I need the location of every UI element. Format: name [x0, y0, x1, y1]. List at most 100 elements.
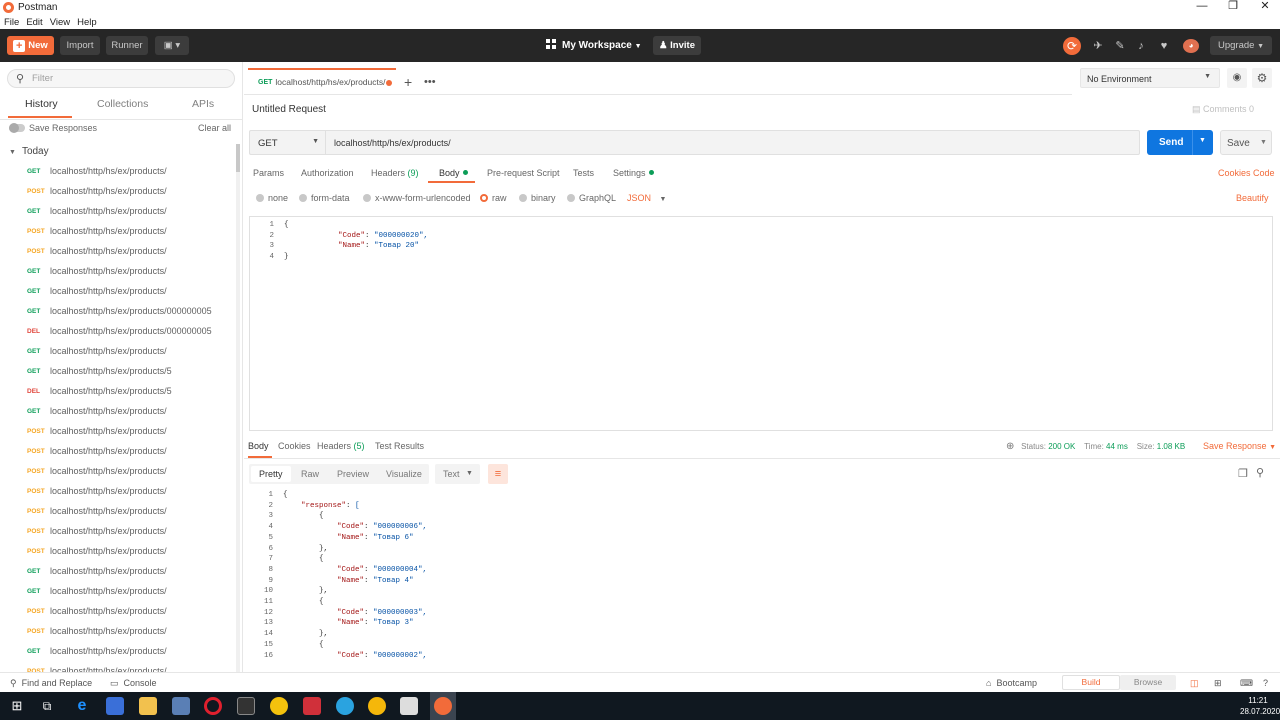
tab-history[interactable]: History: [25, 98, 58, 110]
request-name[interactable]: Untitled Request: [252, 104, 326, 115]
tab-settings[interactable]: Settings: [613, 168, 654, 178]
history-item[interactable]: POST localhost/http/hs/ex/products/: [0, 481, 236, 501]
body-type-urlencoded[interactable]: x-www-form-urlencoded: [363, 193, 471, 203]
eye-icon[interactable]: ◉: [1227, 68, 1247, 88]
layout-icon[interactable]: ⊞: [1214, 678, 1222, 689]
tab-headers[interactable]: Headers (9): [371, 168, 419, 178]
windows-start-icon[interactable]: ⊞: [8, 697, 26, 715]
save-responses-toggle[interactable]: [9, 123, 25, 133]
request-tab[interactable]: GET localhost/http/hs/ex/products/: [248, 68, 396, 94]
view-pretty[interactable]: Pretty: [259, 469, 283, 479]
history-item[interactable]: POST localhost/http/hs/ex/products/: [0, 601, 236, 621]
filter-input[interactable]: ⚲ Filter: [7, 69, 235, 88]
tab-tests[interactable]: Tests: [573, 168, 594, 178]
history-item[interactable]: POST localhost/http/hs/ex/products/: [0, 221, 236, 241]
chevron-down-icon[interactable]: ▼: [1260, 139, 1267, 146]
history-item[interactable]: POST localhost/http/hs/ex/products/: [0, 621, 236, 641]
history-item[interactable]: POST localhost/http/hs/ex/products/: [0, 541, 236, 561]
calculator-icon[interactable]: [172, 697, 190, 715]
history-item[interactable]: GET localhost/http/hs/ex/products/: [0, 161, 236, 181]
chrome-browser-icon[interactable]: [270, 697, 288, 715]
method-select[interactable]: GET ▼: [249, 130, 325, 155]
app-icon[interactable]: [106, 697, 124, 715]
avatar[interactable]: ◕: [1183, 39, 1199, 53]
app-icon[interactable]: [303, 697, 321, 715]
history-item[interactable]: GET localhost/http/hs/ex/products/: [0, 561, 236, 581]
history-item[interactable]: POST localhost/http/hs/ex/products/: [0, 241, 236, 261]
beautify-button[interactable]: Beautify: [1236, 193, 1269, 203]
history-item[interactable]: GET localhost/http/hs/ex/products/0000000…: [0, 301, 236, 321]
heart-icon[interactable]: ♥: [1158, 40, 1170, 52]
history-item[interactable]: POST localhost/http/hs/ex/products/: [0, 501, 236, 521]
workspace-selector[interactable]: My Workspace ▼: [546, 38, 642, 54]
body-type-graphql[interactable]: GraphQL: [567, 193, 616, 203]
menu-file[interactable]: File: [4, 17, 19, 28]
app-icon[interactable]: [400, 697, 418, 715]
clear-all-button[interactable]: Clear all: [198, 123, 231, 133]
wrench-icon[interactable]: ✎: [1114, 40, 1126, 52]
view-preview[interactable]: Preview: [337, 469, 369, 479]
keyboard-icon[interactable]: ⌨: [1240, 678, 1253, 689]
view-visualize[interactable]: Visualize: [386, 469, 422, 479]
menu-help[interactable]: Help: [77, 17, 97, 28]
minimize-button[interactable]: —: [1187, 0, 1217, 15]
history-item[interactable]: GET localhost/http/hs/ex/products/: [0, 261, 236, 281]
tab-test-results[interactable]: Test Results: [375, 441, 424, 451]
terminal-icon[interactable]: [237, 697, 255, 715]
bootcamp-button[interactable]: ⌂ Bootcamp: [986, 678, 1037, 688]
import-button[interactable]: Import: [60, 36, 100, 55]
maximize-button[interactable]: ❐: [1218, 0, 1248, 15]
runner-button[interactable]: Runner: [106, 36, 148, 55]
tab-collections[interactable]: Collections: [97, 98, 148, 110]
response-body-viewer[interactable]: 1 {2 "response": [3 {4 "Code": "000000006", 5…: [249, 490, 1273, 668]
new-tab-icon[interactable]: +: [404, 75, 412, 89]
cookies-link[interactable]: Cookies: [1218, 168, 1251, 178]
response-format-select[interactable]: Text ▼: [435, 464, 480, 484]
comments-button[interactable]: ▤ Comments 0: [1192, 104, 1254, 115]
edge-browser-icon[interactable]: e: [73, 697, 91, 715]
body-type-form-data[interactable]: form-data: [299, 193, 350, 203]
sync-icon[interactable]: ⟳: [1063, 37, 1081, 55]
history-item[interactable]: POST localhost/http/hs/ex/products/: [0, 441, 236, 461]
history-item[interactable]: GET localhost/http/hs/ex/products/: [0, 201, 236, 221]
tab-authorization[interactable]: Authorization: [301, 168, 354, 178]
search-icon[interactable]: ⚲: [1256, 466, 1264, 479]
opera-browser-icon[interactable]: [204, 697, 222, 715]
time-value[interactable]: 44 ms: [1106, 442, 1128, 451]
menu-edit[interactable]: Edit: [26, 17, 42, 28]
tab-params[interactable]: Params: [253, 168, 284, 178]
history-item[interactable]: GET localhost/http/hs/ex/products/: [0, 641, 236, 661]
history-item[interactable]: DEL localhost/http/hs/ex/products/0000000…: [0, 321, 236, 341]
body-type-binary[interactable]: binary: [519, 193, 556, 203]
1c-icon[interactable]: [368, 697, 386, 715]
task-view-icon[interactable]: ⧉: [38, 697, 56, 715]
file-explorer-icon[interactable]: [139, 697, 157, 715]
postman-taskbar-icon[interactable]: [430, 692, 456, 720]
sidebar-scrollbar-thumb[interactable]: [236, 144, 240, 172]
telegram-icon[interactable]: [336, 697, 354, 715]
url-input[interactable]: localhost/http/hs/ex/products/: [325, 130, 1140, 155]
save-button[interactable]: Save ▼: [1220, 130, 1272, 155]
history-item[interactable]: GET localhost/http/hs/ex/products/: [0, 341, 236, 361]
tab-body[interactable]: Body: [439, 168, 468, 178]
tab-pre-request-script[interactable]: Pre-request Script: [487, 168, 560, 178]
upgrade-button[interactable]: Upgrade ▼: [1210, 36, 1272, 55]
history-item[interactable]: GET localhost/http/hs/ex/products/: [0, 281, 236, 301]
environment-select[interactable]: No Environment ▼: [1080, 68, 1220, 88]
history-item[interactable]: DEL localhost/http/hs/ex/products/5: [0, 381, 236, 401]
wrap-lines-icon[interactable]: ≡: [488, 464, 508, 484]
body-type-none[interactable]: none: [256, 193, 288, 203]
sidebar-scrollbar[interactable]: [236, 144, 240, 672]
tab-apis[interactable]: APIs: [192, 98, 214, 110]
console-button[interactable]: ▭ Console: [110, 678, 157, 689]
status-value[interactable]: 200 OK: [1048, 442, 1075, 451]
more-icon[interactable]: •••: [424, 76, 436, 88]
bell-icon[interactable]: ♪: [1135, 40, 1147, 52]
gear-icon[interactable]: ⚙: [1252, 68, 1272, 88]
history-item[interactable]: POST localhost/http/hs/ex/products/: [0, 461, 236, 481]
history-item[interactable]: POST localhost/http/hs/ex/products/: [0, 181, 236, 201]
body-format-select[interactable]: JSON ▼: [627, 193, 666, 203]
history-item[interactable]: POST localhost/http/hs/ex/products/: [0, 421, 236, 441]
close-window-button[interactable]: ✕: [1250, 0, 1280, 15]
tab-response-headers[interactable]: Headers (5): [317, 441, 365, 451]
